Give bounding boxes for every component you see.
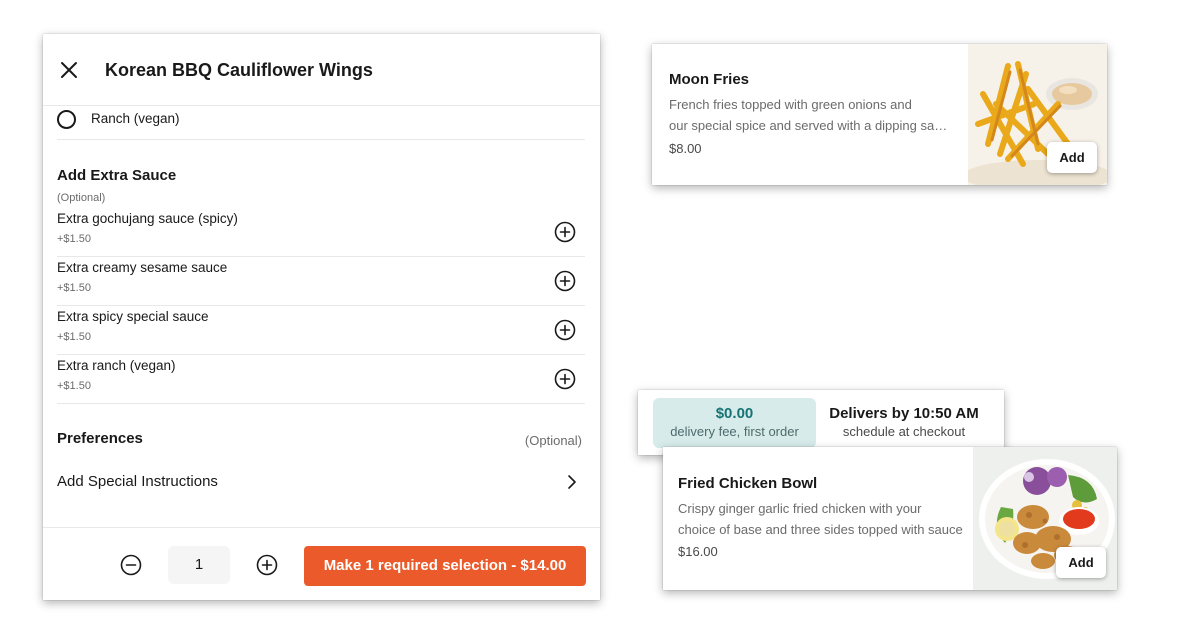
plus-circle-icon[interactable]	[554, 221, 576, 243]
description-line: French fries topped with green onions an…	[669, 97, 912, 112]
extra-sauce-optional: (Optional)	[57, 192, 106, 204]
add-button[interactable]: Add	[1056, 547, 1106, 578]
plus-circle-icon[interactable]	[554, 270, 576, 292]
delivery-fee-amount: $0.00	[715, 405, 754, 422]
delivery-time-box: Delivers by 10:50 AM schedule at checkou…	[820, 398, 988, 448]
modal-title: Korean BBQ Cauliflower Wings	[105, 60, 373, 80]
modal-footer: 1 Make 1 required selection - $14.00	[43, 527, 600, 600]
product-card-fried-chicken-bowl[interactable]: Fried Chicken Bowl Crispy ginger garlic …	[663, 447, 1117, 590]
delivery-fee-label: delivery fee, first order	[670, 424, 799, 439]
sauce-row-spicy-special: Extra spicy special sauce +$1.50	[57, 306, 585, 355]
description-line: our special spice and served with a dipp…	[669, 118, 954, 133]
chevron-right-icon	[568, 475, 576, 489]
sauce-price: +$1.50	[57, 233, 91, 245]
product-description: French fries topped with green onions an…	[669, 94, 954, 136]
radio-icon[interactable]	[57, 110, 76, 129]
sauce-name: Extra gochujang sauce (spicy)	[57, 211, 238, 226]
sauce-price: +$1.50	[57, 331, 91, 343]
plus-circle-icon[interactable]	[554, 368, 576, 390]
product-name: Fried Chicken Bowl	[678, 475, 818, 492]
product-price: $16.00	[678, 544, 718, 559]
delivery-time: Delivers by 10:50 AM	[829, 405, 979, 422]
sauce-name: Extra spicy special sauce	[57, 309, 209, 324]
sauce-price: +$1.50	[57, 282, 91, 294]
item-modal: Korean BBQ Cauliflower Wings Ranch (vega…	[43, 34, 600, 600]
delivery-schedule-note: schedule at checkout	[842, 424, 966, 439]
plus-circle-icon[interactable]	[554, 319, 576, 341]
ranch-option-label: Ranch (vegan)	[91, 111, 180, 126]
delivery-banner: $0.00 delivery fee, first order Delivers…	[638, 390, 1004, 455]
add-to-cart-button[interactable]: Make 1 required selection - $14.00	[304, 546, 586, 586]
special-instructions-label: Add Special Instructions	[57, 473, 218, 490]
description-line: choice of base and three sides topped wi…	[678, 522, 963, 537]
quantity-value: 1	[168, 546, 230, 584]
product-card-moon-fries[interactable]: Moon Fries French fries topped with gree…	[652, 44, 1107, 185]
modal-header: Korean BBQ Cauliflower Wings	[43, 34, 600, 106]
minus-circle-icon[interactable]	[120, 554, 142, 576]
product-name: Moon Fries	[669, 71, 750, 88]
product-description: Crispy ginger garlic fried chicken with …	[678, 498, 963, 540]
plus-circle-icon[interactable]	[256, 554, 278, 576]
extra-sauce-title: Add Extra Sauce	[57, 167, 177, 184]
special-instructions-row[interactable]: Add Special Instructions	[57, 464, 585, 498]
preferences-title: Preferences	[57, 430, 143, 447]
sauce-row-ranch: Extra ranch (vegan) +$1.50	[57, 355, 585, 404]
close-icon[interactable]	[57, 58, 81, 82]
preferences-optional: (Optional)	[524, 433, 582, 448]
sauce-price: +$1.50	[57, 380, 91, 392]
sauce-name: Extra creamy sesame sauce	[57, 260, 228, 275]
description-line: Crispy ginger garlic fried chicken with …	[678, 501, 922, 516]
product-price: $8.00	[669, 141, 702, 156]
delivery-fee-box: $0.00 delivery fee, first order	[653, 398, 816, 448]
ranch-option-row[interactable]: Ranch (vegan)	[57, 107, 585, 140]
sauce-row-sesame: Extra creamy sesame sauce +$1.50	[57, 257, 585, 306]
sauce-row-gochujang: Extra gochujang sauce (spicy) +$1.50	[57, 208, 585, 257]
sauce-name: Extra ranch (vegan)	[57, 358, 176, 373]
add-button[interactable]: Add	[1047, 142, 1097, 173]
